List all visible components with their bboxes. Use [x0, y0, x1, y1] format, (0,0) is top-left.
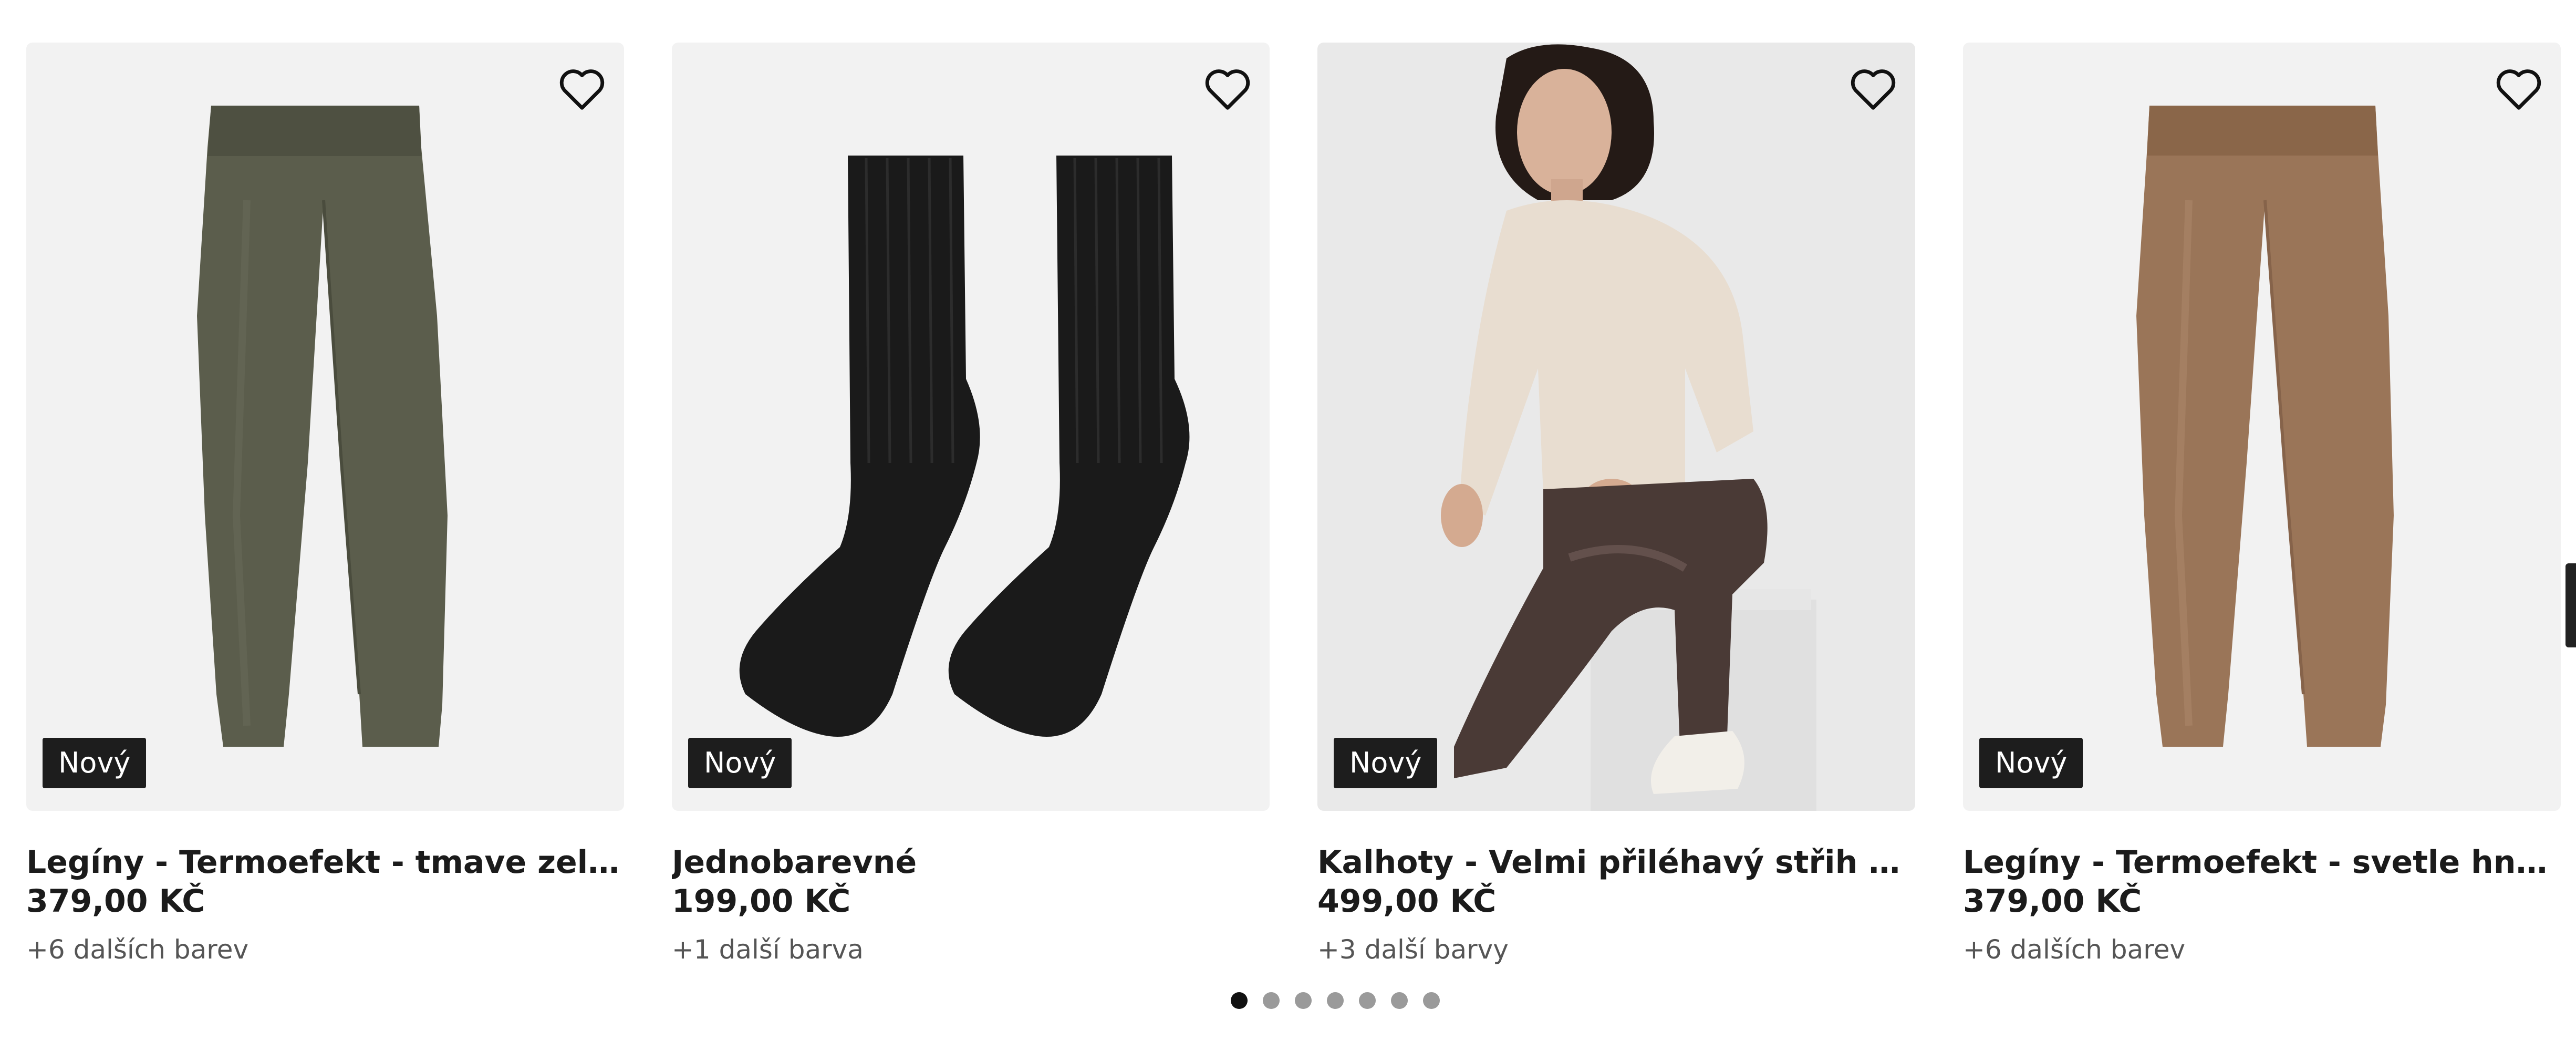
product-card[interactable]: Nový Kalhoty - Velmi přiléhavý střih Ski…	[1317, 43, 1915, 978]
add-to-wishlist-button[interactable]	[1847, 63, 1899, 115]
more-colors-note[interactable]: +6 dalších barev	[1963, 933, 2561, 966]
product-price: 499,00 KČ	[1317, 883, 1497, 920]
product-image[interactable]: Nový	[672, 43, 1270, 811]
add-to-wishlist-button[interactable]	[2492, 63, 2545, 115]
socks-image	[739, 156, 1190, 737]
pagination-dot[interactable]	[1231, 992, 1248, 1009]
side-tab[interactable]	[2565, 563, 2576, 647]
new-badge: Nový	[43, 738, 147, 788]
carousel-pagination	[1231, 992, 1440, 1009]
new-badge: Nový	[688, 738, 792, 788]
heart-outline-icon	[1851, 69, 1896, 110]
add-to-wishlist-button[interactable]	[556, 63, 608, 115]
product-price: 199,00 KČ	[672, 883, 851, 920]
new-badge: Nový	[1334, 738, 1438, 788]
product-image[interactable]: Nový	[1317, 43, 1915, 811]
leggings-image	[197, 106, 448, 747]
product-card[interactable]: Nový Jednobarevné 199,00 KČ +1 další bar…	[672, 43, 1270, 978]
product-card[interactable]: Nový Legíny - Termoefekt - svetle hneda …	[1963, 43, 2561, 978]
leggings-image	[2136, 106, 2394, 747]
pagination-dot[interactable]	[1295, 992, 1312, 1009]
pagination-dot[interactable]	[1391, 992, 1408, 1009]
pagination-dot[interactable]	[1263, 992, 1280, 1009]
product-card[interactable]: Nový Legíny - Termoefekt - tmave zelena …	[26, 43, 624, 978]
heart-outline-icon	[559, 69, 605, 110]
pagination-dot[interactable]	[1359, 992, 1376, 1009]
add-to-wishlist-button[interactable]	[1201, 63, 1254, 115]
pagination-dot[interactable]	[1327, 992, 1344, 1009]
product-title[interactable]: Kalhoty - Velmi přiléhavý střih Skinny .…	[1317, 843, 1915, 881]
product-title[interactable]: Legíny - Termoefekt - tmave zelena	[26, 843, 624, 881]
pagination-dot[interactable]	[1423, 992, 1440, 1009]
more-colors-note[interactable]: +3 další barvy	[1317, 933, 1915, 966]
product-price: 379,00 KČ	[26, 883, 205, 920]
product-carousel: Nový Legíny - Termoefekt - tmave zelena …	[0, 0, 2576, 1051]
more-colors-note[interactable]: +1 další barva	[672, 933, 1270, 966]
product-title[interactable]: Jednobarevné	[672, 843, 1270, 881]
product-image[interactable]: Nový	[26, 43, 624, 811]
heart-outline-icon	[2496, 69, 2541, 110]
product-image[interactable]: Nový	[1963, 43, 2561, 811]
product-title[interactable]: Legíny - Termoefekt - svetle hneda	[1963, 843, 2561, 881]
product-price: 379,00 KČ	[1963, 883, 2142, 920]
new-badge: Nový	[1979, 738, 2083, 788]
heart-outline-icon	[1205, 69, 1250, 110]
model-photo	[1441, 44, 1816, 811]
more-colors-note[interactable]: +6 dalších barev	[26, 933, 624, 966]
